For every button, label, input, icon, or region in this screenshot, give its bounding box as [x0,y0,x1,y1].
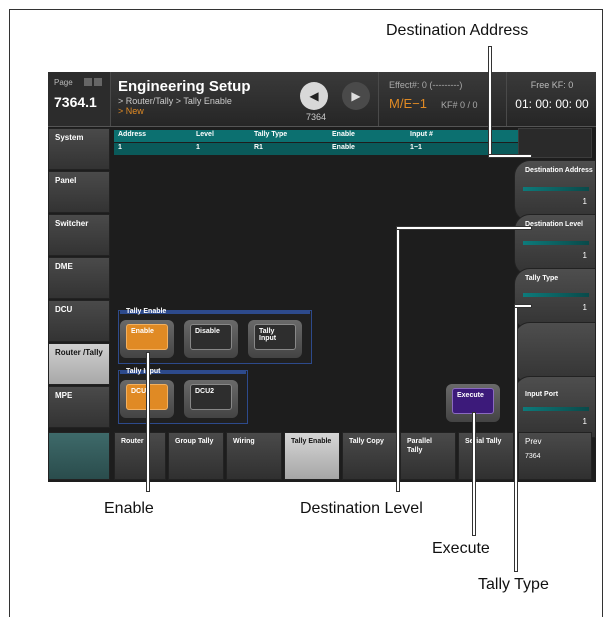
callout-destination-address: Destination Address [386,22,529,39]
leader-line-destination-level [396,226,400,492]
leader-line-enable [146,352,150,492]
left-tab-dcu[interactable]: DCU [48,300,110,342]
page-indicator: Page 7364.1 [48,72,111,126]
breadcrumb: > Router/Tally > Tally Enable [118,96,232,106]
callout-destination-level: Destination Level [300,500,423,517]
leader-line-destination-level [396,226,532,230]
left-tab-switcher[interactable]: Switcher [48,214,110,256]
cell-level: 1 [196,144,200,151]
destination-level-bar [523,241,589,245]
left-tab-dme[interactable]: DME [48,257,110,299]
tally-type-bar [523,293,589,297]
page-title: Engineering Setup [118,78,251,95]
tally-input-label: Tally Input [126,368,161,375]
input-port-label: Input Port [525,391,559,398]
execute-button-label: Execute [452,388,494,414]
destination-level-value: 1 [582,251,587,260]
tally-type-value: 1 [582,303,587,312]
table-header: Address Level Tally Type Enable Input # [114,130,518,142]
arrow-left-icon: ◀ [309,89,319,103]
disable-button[interactable]: Disable [184,320,238,358]
leader-line-execute [472,412,476,536]
tally-type-label: Tally Type [525,275,559,282]
cell-input: 1−1 [410,144,422,151]
keyframe-indicator: KF# 0 / 0 [441,100,478,110]
cell-tally-type: R1 [254,144,263,151]
me-indicator: M/E−1 [389,96,427,111]
enable-button-label: Enable [126,324,168,350]
bottom-tab-wiring[interactable]: Wiring [226,432,282,480]
page-square-icon [84,78,92,86]
effect-number: Effect#: 0 (---------) [389,80,463,90]
bottom-tab-serial-tally[interactable]: Serial Tally [458,432,514,480]
destination-address-bar [523,187,589,191]
leader-line-tally-type [514,304,532,308]
nav-prev-button[interactable]: ◀ [300,82,328,110]
prev-label: Prev [525,437,542,446]
timecode: 01: 00: 00: 00 [515,97,589,111]
free-kf-status: Free KF: 0 01: 00: 00: 00 [506,72,596,126]
input-port-param[interactable]: Input Port 1 [514,376,596,438]
leader-line-tally-type [514,304,518,572]
input-port-value: 1 [582,417,587,426]
cell-address: 1 [118,144,122,151]
page-label: Page [54,78,73,87]
left-tab-system[interactable]: System [48,128,110,170]
column-header-enable: Enable [332,131,355,138]
cell-enable: Enable [332,144,355,151]
breadcrumb-new: > New [118,106,144,116]
callout-enable: Enable [104,500,154,517]
page-square-icon [94,78,102,86]
destination-level-label: Destination Level [525,221,583,228]
bottom-tab-tally-enable[interactable]: Tally Enable [284,432,340,480]
bottom-tab-router[interactable]: Router [114,432,166,480]
destination-level-param[interactable]: Destination Level 1 [514,214,596,276]
destination-address-label: Destination Address [525,167,593,174]
arrow-right-icon: ▶ [351,89,361,103]
page-number: 7364.1 [54,94,97,110]
left-tab-mpe[interactable]: MPE [48,386,110,428]
bottom-tab-parallel-tally[interactable]: Parallel Tally [400,432,456,480]
destination-address-param[interactable]: Destination Address 1 [514,160,596,222]
left-tab-router-tally[interactable]: Router /Tally [48,343,110,385]
left-tab-panel[interactable]: Panel [48,171,110,213]
prev-page: 7364 [525,453,541,460]
tally-input-button-label: Tally Input [254,324,296,350]
column-header-tally-type: Tally Type [254,131,288,138]
callout-execute: Execute [432,540,490,557]
dcu2-button-label: DCU2 [190,384,232,410]
tally-enable-label: Tally Enable [126,308,167,315]
empty-param[interactable] [514,322,596,384]
table-row[interactable]: 1 1 R1 Enable 1−1 [114,143,518,155]
column-header-level: Level [196,131,214,138]
free-kf: Free KF: 0 [530,80,574,90]
disable-button-label: Disable [190,324,232,350]
leader-line-destination-address [488,154,532,158]
bottom-blank-tab [48,432,110,480]
prev-button[interactable]: Prev 7364 [518,432,592,480]
top-bar: Page 7364.1 Engineering Setup > Router/T… [48,72,596,127]
nav-next-button[interactable]: ▶ [342,82,370,110]
leader-line-destination-address [488,46,492,158]
tally-type-param[interactable]: Tally Type 1 [514,268,596,330]
column-header-input: Input # [410,131,433,138]
destination-address-value: 1 [582,197,587,206]
bottom-tab-tally-copy[interactable]: Tally Copy [342,432,398,480]
tally-input-button[interactable]: Tally Input [248,320,302,358]
dcu2-button[interactable]: DCU2 [184,380,238,418]
input-port-bar [523,407,589,411]
callout-tally-type: Tally Type [478,576,549,593]
nav-page-number: 7364 [306,112,327,122]
bottom-tab-group-tally[interactable]: Group Tally [168,432,224,480]
column-header-address: Address [118,131,147,138]
